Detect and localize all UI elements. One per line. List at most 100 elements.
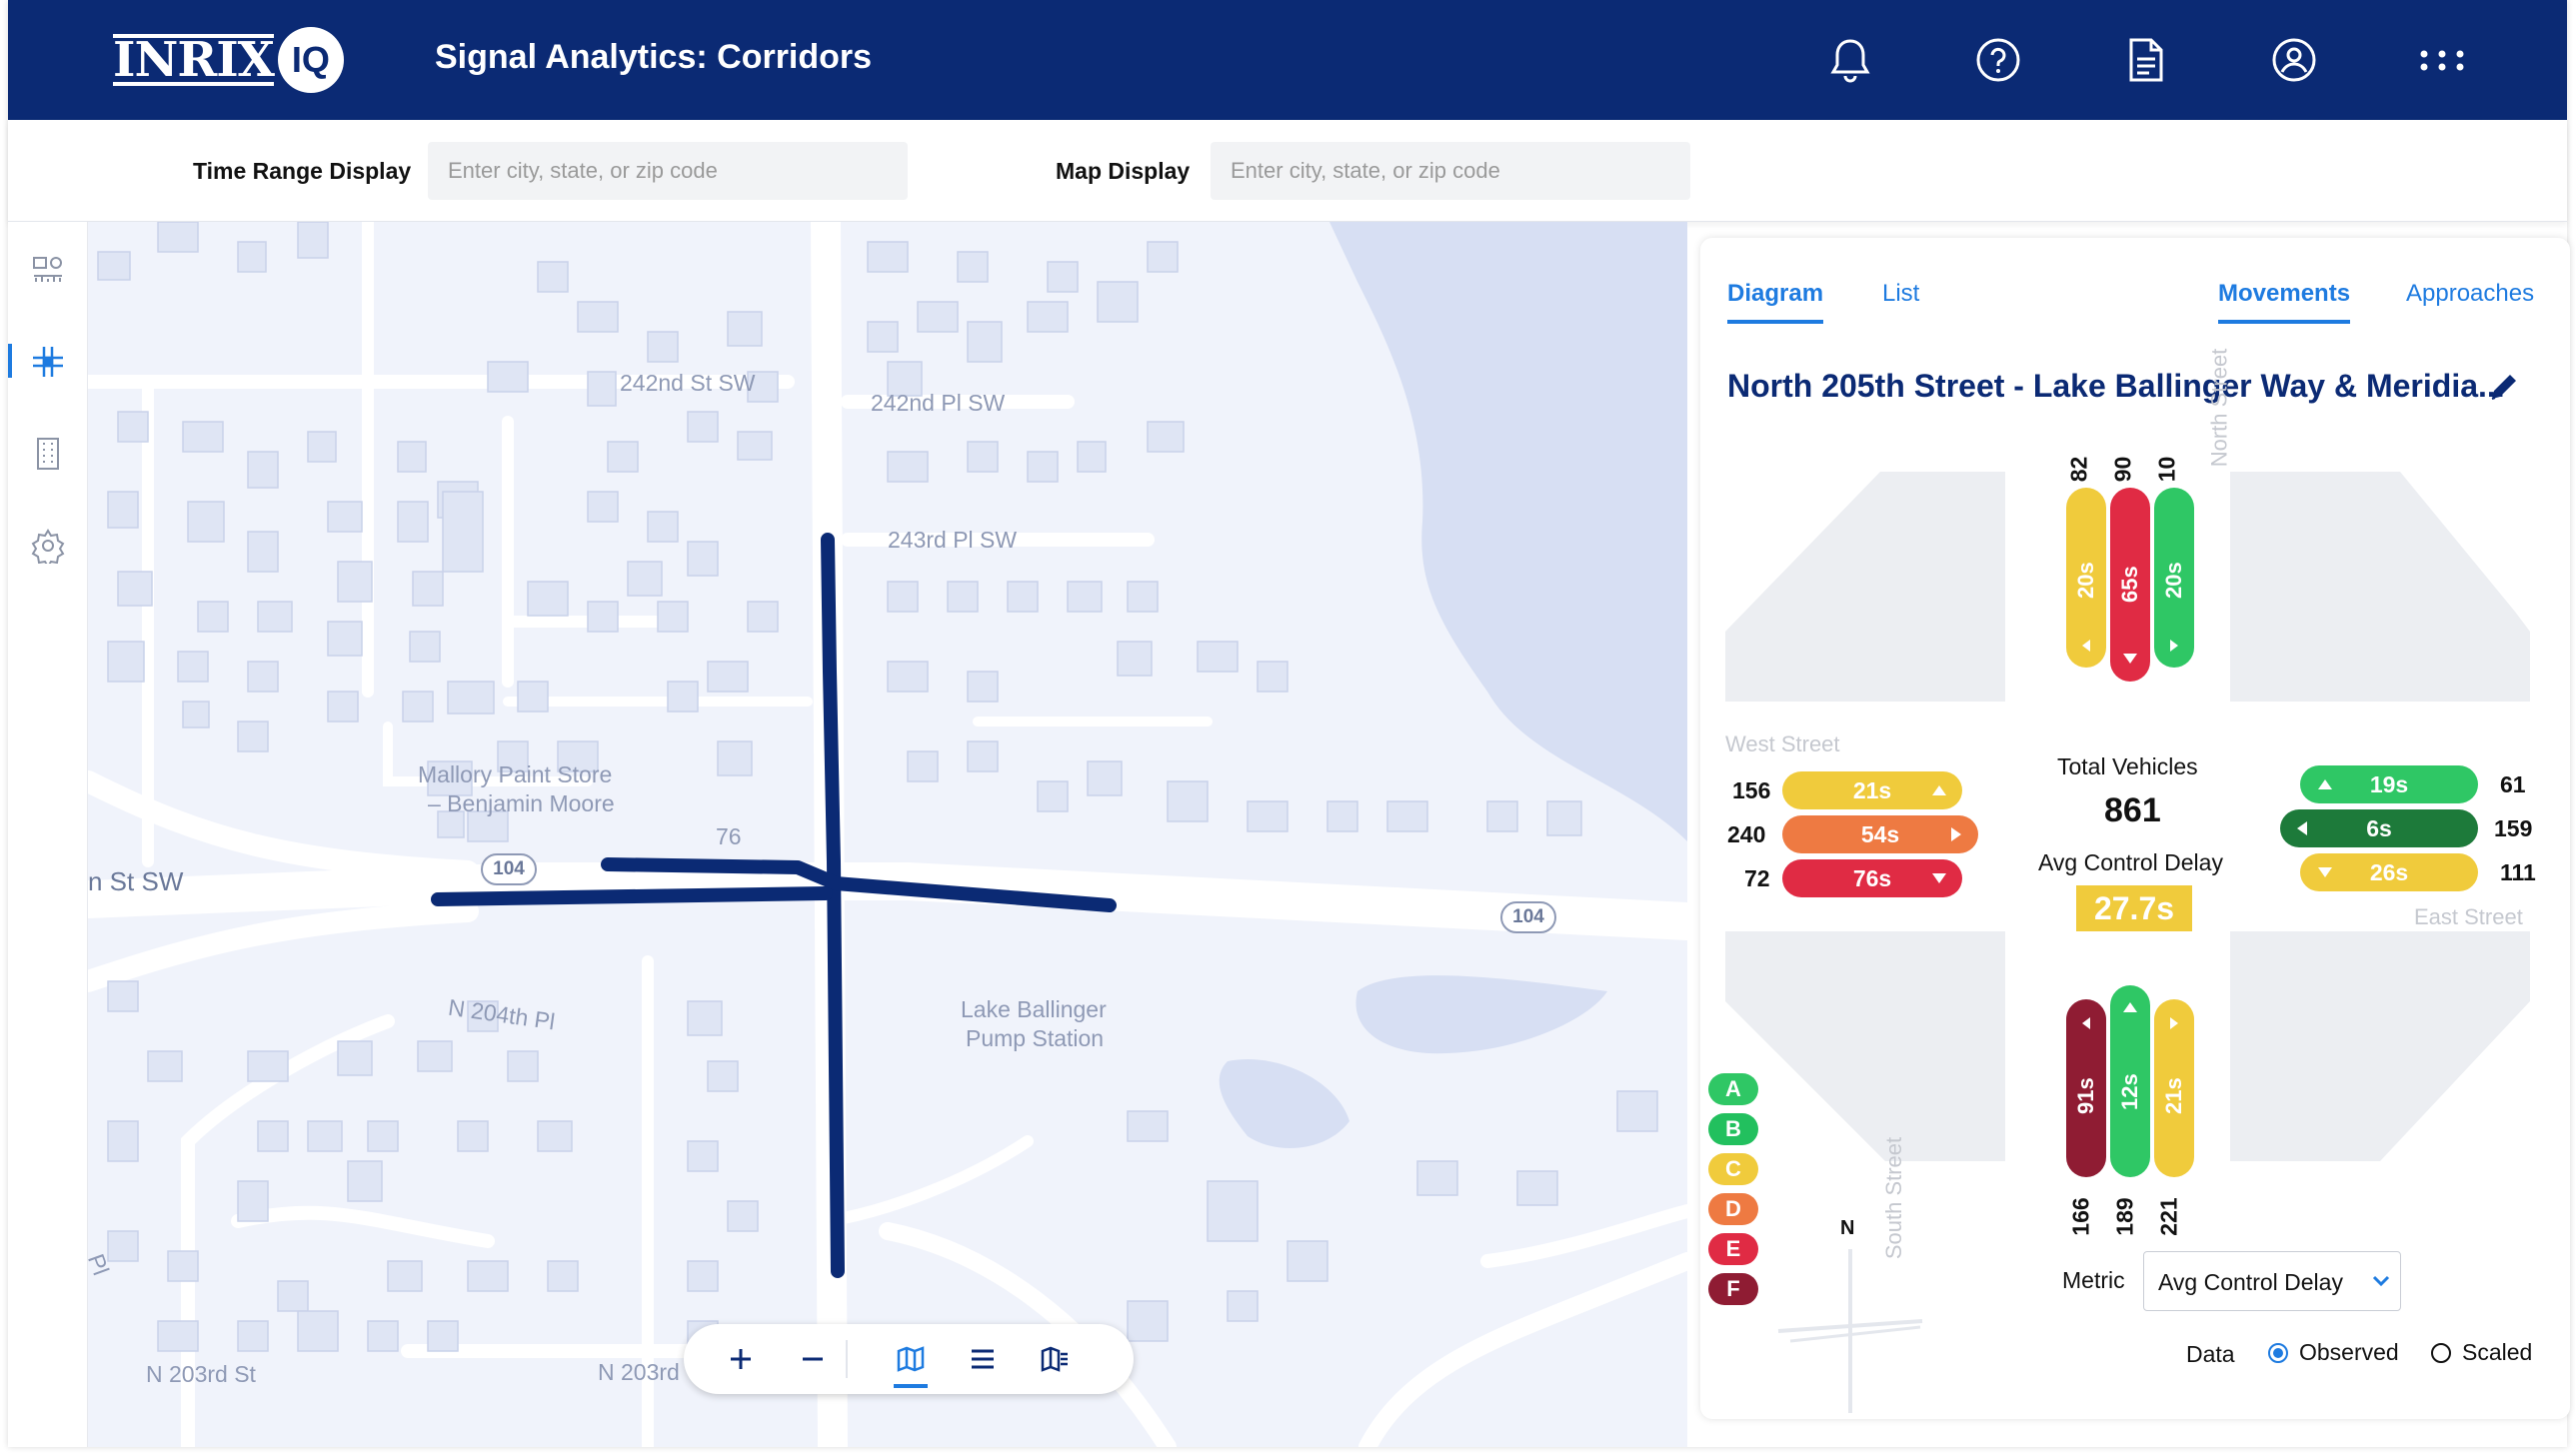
east-through-delay: 6s	[2366, 814, 2392, 841]
map-display-input[interactable]	[1211, 142, 1690, 200]
intersection-panel: Diagram List Movements Approaches North …	[1700, 238, 2570, 1419]
account-icon[interactable]	[2264, 30, 2324, 90]
south-count-through: 189	[2111, 1197, 2138, 1236]
scaled-radio[interactable]: Scaled	[2430, 1339, 2532, 1366]
west-count-right: 72	[1744, 865, 1770, 891]
north-left-movement[interactable]: 20s	[2066, 488, 2106, 668]
avg-delay-label: Avg Control Delay	[2038, 849, 2223, 875]
list-view-icon[interactable]	[962, 1338, 1004, 1380]
avg-delay-value: 27.7s	[2093, 889, 2175, 926]
east-left-movement[interactable]: 19s	[2300, 765, 2478, 803]
corridor-icon[interactable]	[30, 344, 66, 380]
north-through-delay: 65s	[2117, 566, 2142, 603]
map-view-icon[interactable]	[890, 1338, 932, 1380]
observed-radio[interactable]: Observed	[2267, 1339, 2399, 1366]
compass-north-label: N	[1840, 1217, 1855, 1239]
east-street-label: East Street	[2414, 904, 2523, 929]
street-label: N 203rd St	[146, 1361, 256, 1387]
metric-select-value: Avg Control Delay	[2158, 1269, 2343, 1295]
split-view-icon[interactable]	[1034, 1338, 1076, 1380]
observed-label: Observed	[2299, 1339, 2399, 1365]
east-count-through: 159	[2494, 815, 2533, 841]
radio-unselected-icon	[2431, 1342, 2451, 1363]
intersection-title: North 205th Street - Lake Ballinger Way …	[1727, 368, 2505, 404]
west-left-movement[interactable]: 21s	[1782, 771, 1962, 809]
east-right-movement[interactable]: 26s	[2300, 853, 2478, 891]
street-label: 243rd Pl SW	[888, 527, 1018, 553]
poi-label: Lake Ballinger	[961, 996, 1107, 1022]
street-label: N 203rd	[598, 1359, 680, 1385]
poi-label: – Benjamin Moore	[428, 790, 615, 816]
help-icon[interactable]	[1968, 30, 2028, 90]
time-range-label: Time Range Display	[193, 158, 412, 184]
page-title: Signal Analytics: Corridors	[435, 38, 873, 76]
down-arrow-icon	[1932, 873, 1946, 883]
west-through-delay: 54s	[1860, 820, 1900, 847]
south-right-delay: 21s	[2161, 1077, 2186, 1114]
right-arrow-icon	[2170, 640, 2178, 652]
time-range-input[interactable]	[428, 142, 908, 200]
west-count-left: 156	[1732, 777, 1771, 803]
settings-icon[interactable]	[30, 528, 66, 569]
route-shield: 104	[481, 853, 537, 885]
zoom-out-button[interactable]	[792, 1338, 834, 1380]
metric-label: Metric	[2062, 1267, 2125, 1293]
north-count-through: 90	[2109, 456, 2136, 483]
east-right-delay: 26s	[2369, 858, 2409, 885]
south-through-delay: 12s	[2117, 1073, 2142, 1110]
total-vehicles-value: 861	[2104, 791, 2161, 829]
radio-selected-icon	[2268, 1342, 2288, 1363]
left-arrow-icon	[2082, 640, 2090, 652]
south-through-movement[interactable]: 12s	[2110, 985, 2150, 1177]
east-count-right: 111	[2500, 859, 2536, 885]
apps-icon[interactable]	[2412, 30, 2472, 90]
west-street-label: West Street	[1725, 731, 1840, 756]
up-arrow-icon	[2123, 1002, 2137, 1012]
edit-icon[interactable]	[2487, 370, 2521, 409]
up-arrow-icon	[1932, 785, 1946, 795]
north-street-label: North Street	[2206, 348, 2232, 468]
east-left-delay: 19s	[2369, 770, 2409, 797]
poi-label: Pump Station	[966, 1025, 1105, 1051]
tab-approaches[interactable]: Approaches	[2406, 280, 2534, 308]
grade-e: E	[1708, 1233, 1758, 1265]
map-label: 76	[716, 823, 742, 849]
compass-icon	[1777, 1249, 1923, 1413]
dashboard-icon[interactable]	[30, 252, 66, 288]
report-icon[interactable]	[2116, 30, 2176, 90]
avg-delay-badge: 27.7s	[2076, 885, 2192, 931]
bell-icon[interactable]	[1820, 30, 1880, 90]
west-right-movement[interactable]: 76s	[1782, 859, 1962, 897]
route-shield: 104	[1500, 901, 1556, 933]
north-count-left: 82	[2065, 456, 2092, 483]
tab-movements[interactable]: Movements	[2218, 280, 2351, 324]
right-arrow-icon	[2170, 1017, 2178, 1029]
west-left-delay: 21s	[1852, 776, 1892, 803]
metric-select[interactable]: Avg Control Delay	[2143, 1251, 2401, 1311]
building-icon[interactable]	[30, 436, 66, 472]
north-right-movement[interactable]: 20s	[2154, 488, 2194, 668]
north-through-movement[interactable]: 65s	[2110, 488, 2150, 682]
logo-text: INRIX	[113, 32, 275, 88]
tab-diagram[interactable]: Diagram	[1727, 280, 1824, 324]
north-right-delay: 20s	[2161, 562, 2186, 599]
south-count-right: 221	[2155, 1197, 2182, 1236]
active-indicator	[8, 344, 12, 378]
south-left-movement[interactable]: 91s	[2066, 999, 2106, 1177]
south-right-movement[interactable]: 21s	[2154, 999, 2194, 1177]
inrix-iq-logo[interactable]: INRIX IQ	[113, 24, 344, 96]
down-arrow-icon	[2123, 654, 2137, 664]
west-right-delay: 76s	[1852, 864, 1892, 891]
east-count-left: 61	[2500, 771, 2526, 797]
tab-list[interactable]: List	[1882, 280, 1919, 308]
map-view[interactable]: 242nd St SW 242nd Pl SW 243rd Pl SW N 20…	[88, 222, 1687, 1447]
toolbar-divider	[846, 1340, 848, 1378]
east-through-movement[interactable]: 6s	[2280, 809, 2478, 847]
data-label: Data	[2186, 1341, 2235, 1367]
west-through-movement[interactable]: 54s	[1782, 815, 1978, 853]
filter-bar: Time Range Display Map Display	[8, 120, 2567, 222]
poi-label: Mallory Paint Store	[418, 761, 613, 787]
right-arrow-icon	[1951, 827, 1961, 841]
zoom-in-button[interactable]	[720, 1338, 762, 1380]
street-label: 242nd St SW	[620, 370, 756, 396]
